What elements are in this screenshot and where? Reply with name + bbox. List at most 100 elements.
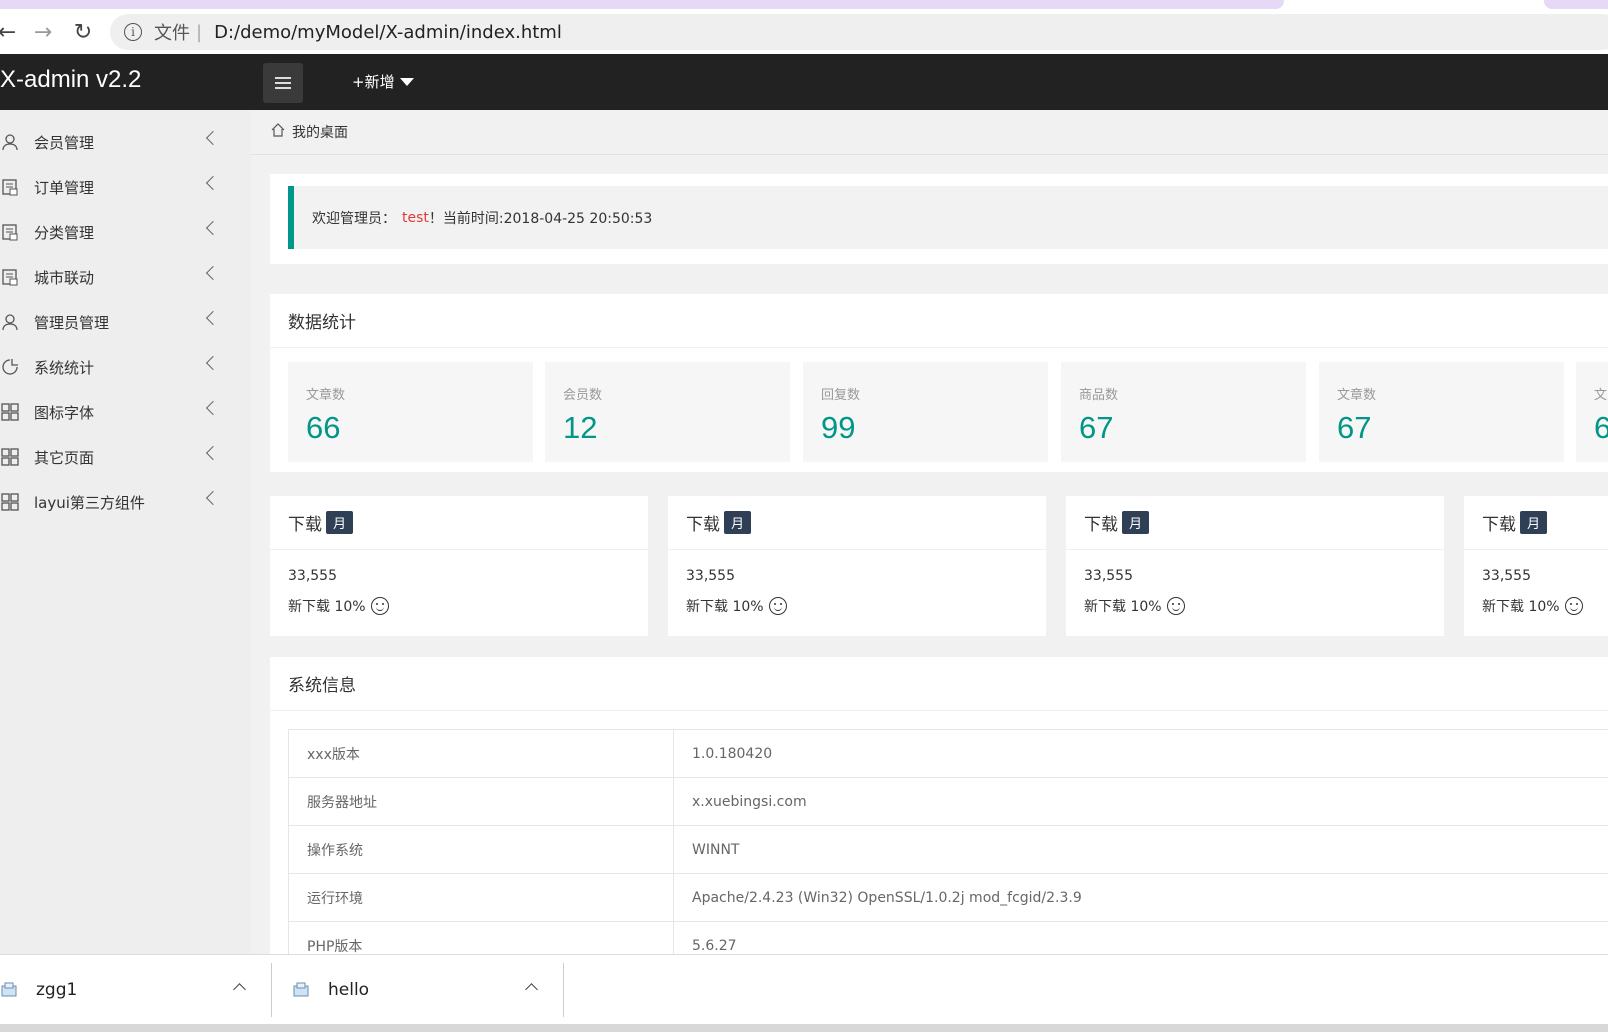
smile-icon — [768, 597, 787, 615]
reload-icon[interactable]: ↻ — [68, 17, 98, 47]
download-bar: zgg1 hello — [0, 954, 1608, 1024]
grid-icon — [0, 447, 20, 467]
caret-down-icon — [399, 77, 414, 86]
system-info-table: xxx版本 1.0.180420 服务器地址 x.xuebingsi.com 操… — [288, 729, 1608, 954]
sidebar-item-admin[interactable]: 管理员管理 — [0, 300, 230, 344]
back-icon[interactable]: ← — [0, 17, 22, 47]
url-separator: | — [196, 21, 203, 43]
download-count: 33,555 — [1084, 568, 1133, 584]
taskbar-strip — [0, 1024, 1608, 1032]
download-card-header: 下载 月 — [668, 496, 1046, 550]
sidebar-item-layui-components[interactable]: layui第三方组件 — [0, 480, 230, 524]
download-subtext: 新下载 10% — [686, 596, 787, 616]
main-content: 我的桌面 欢迎管理员： test ！当前时间:2018-04-25 20:50:… — [250, 110, 1608, 954]
file-icon — [292, 980, 312, 1000]
divider — [563, 963, 564, 1017]
stat-box[interactable]: 文章数 66 — [288, 362, 533, 462]
sidebar-item-label: 分类管理 — [34, 223, 95, 242]
stat-label: 回复数 — [821, 388, 861, 403]
chevron-left-icon — [205, 490, 221, 506]
stat-value: 67 — [1079, 410, 1114, 445]
menu-toggle-button[interactable] — [263, 63, 303, 103]
table-row: 操作系统 WINNT — [288, 825, 1608, 874]
welcome-card: 欢迎管理员： test ！当前时间:2018-04-25 20:50:53 — [270, 174, 1608, 264]
sidebar-item-iconfont[interactable]: 图标字体 — [0, 390, 230, 434]
table-cell-key: 服务器地址 — [288, 777, 674, 826]
table-cell-value: 5.6.27 — [673, 921, 1608, 954]
stat-box[interactable]: 文章数 67 — [1319, 362, 1564, 462]
system-info-title: 系统信息 — [270, 657, 1608, 711]
breadcrumb-label[interactable]: 我的桌面 — [292, 122, 348, 142]
download-growth: 新下载 10% — [686, 599, 764, 615]
download-card: 下载 月 33,555 新下载 10% — [270, 496, 648, 636]
stat-value: 12 — [563, 410, 598, 445]
download-subtext: 新下载 10% — [1084, 596, 1185, 616]
sidebar-item-label: 订单管理 — [34, 178, 95, 197]
url-text[interactable]: D:/demo/myModel/X-admin/index.html — [214, 22, 562, 43]
welcome-username: test — [402, 209, 429, 226]
chevron-left-icon — [205, 130, 221, 146]
table-cell-value: Apache/2.4.23 (Win32) OpenSSL/1.0.2j mod… — [673, 873, 1608, 922]
sidebar-item-member[interactable]: 会员管理 — [0, 120, 230, 164]
sidebar: 会员管理 订单管理 分类管理 城市联动 管理员管理 系统统计 图标字体 其它页面 — [0, 110, 250, 954]
order-icon — [0, 267, 20, 287]
sidebar-item-city[interactable]: 城市联动 — [0, 255, 230, 299]
sidebar-item-category[interactable]: 分类管理 — [0, 210, 230, 254]
address-bar[interactable]: i 文件 | D:/demo/myModel/X-admin/index.htm… — [110, 14, 1608, 50]
add-menu[interactable]: +新增 — [352, 71, 414, 92]
chevron-left-icon — [205, 400, 221, 416]
app-logo[interactable]: X-admin v2.2 — [0, 66, 141, 94]
hamburger-icon — [275, 77, 291, 79]
chevron-left-icon — [205, 175, 221, 191]
download-filename: hello — [328, 980, 370, 1000]
table-cell-key: xxx版本 — [288, 729, 674, 778]
hamburger-icon — [275, 82, 291, 84]
order-icon — [0, 222, 20, 242]
download-count: 33,555 — [686, 568, 735, 584]
stat-box[interactable]: 商品数 67 — [1061, 362, 1306, 462]
sidebar-item-other-pages[interactable]: 其它页面 — [0, 435, 230, 479]
download-card-header: 下载 月 — [270, 496, 648, 550]
period-badge: 月 — [724, 511, 752, 534]
chevron-left-icon — [205, 355, 221, 371]
home-icon[interactable] — [270, 122, 286, 142]
download-growth: 新下载 10% — [1482, 599, 1560, 615]
stat-label: 文 — [1594, 388, 1608, 403]
download-card: 下载 月 33,555 新下载 10% — [668, 496, 1046, 636]
download-subtext: 新下载 10% — [288, 596, 389, 616]
forward-icon[interactable]: → — [28, 17, 58, 47]
table-cell-key: PHP版本 — [288, 921, 674, 954]
browser-tab[interactable] — [1544, 0, 1608, 9]
download-card-header: 下载 月 — [1066, 496, 1444, 550]
sidebar-item-label: 图标字体 — [34, 403, 95, 422]
download-item[interactable]: zgg1 — [0, 963, 270, 1017]
download-filename: zgg1 — [36, 980, 78, 1000]
stat-box[interactable]: 文 6 — [1576, 362, 1608, 462]
download-card: 下载 月 33,555 新下载 10% — [1066, 496, 1444, 636]
table-row: PHP版本 5.6.27 — [288, 921, 1608, 954]
browser-tab[interactable] — [0, 0, 1284, 9]
info-icon[interactable]: i — [124, 23, 142, 41]
smile-icon — [1166, 597, 1185, 615]
stat-box[interactable]: 回复数 99 — [803, 362, 1048, 462]
sidebar-item-order[interactable]: 订单管理 — [0, 165, 230, 209]
download-title: 下载 — [1084, 515, 1118, 535]
chart-icon — [0, 357, 20, 377]
table-cell-key: 操作系统 — [288, 825, 674, 874]
chevron-left-icon — [205, 265, 221, 281]
welcome-message: 欢迎管理员： test ！当前时间:2018-04-25 20:50:53 — [288, 186, 1608, 249]
stat-value: 99 — [821, 410, 856, 445]
sidebar-item-label: 会员管理 — [34, 133, 95, 152]
divider — [271, 963, 272, 1017]
download-count: 33,555 — [288, 568, 337, 584]
chevron-up-icon[interactable] — [525, 983, 538, 996]
download-subtext: 新下载 10% — [1482, 596, 1583, 616]
download-card: 下载 月 33,555 新下载 10% — [1464, 496, 1608, 636]
stat-box[interactable]: 会员数 12 — [545, 362, 790, 462]
grid-icon — [0, 402, 20, 422]
sidebar-item-stats[interactable]: 系统统计 — [0, 345, 230, 389]
table-cell-key: 运行环境 — [288, 873, 674, 922]
download-item[interactable]: hello — [292, 963, 562, 1017]
user-icon — [0, 132, 20, 152]
chevron-up-icon[interactable] — [233, 983, 246, 996]
